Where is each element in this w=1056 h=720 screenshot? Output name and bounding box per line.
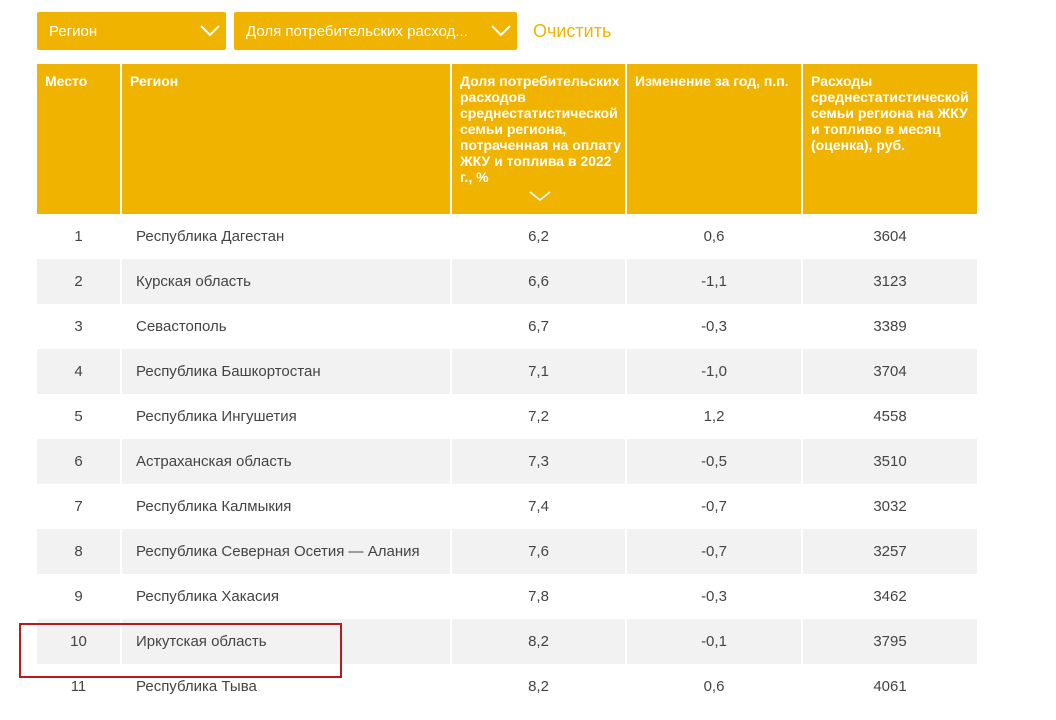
table-row: 2 Курская область 6,6 -1,1 3123	[37, 259, 977, 304]
share-cell: 7,1	[451, 349, 627, 394]
spending-cell: 4558	[873, 408, 907, 425]
share-cell: 6,7	[451, 304, 627, 349]
region-cell: Республика Башкортостан	[121, 349, 452, 394]
table-row: 6 Астраханская область 7,3 -0,5 3510	[37, 439, 977, 484]
change-cell: -0,3	[626, 304, 803, 349]
header-spending-label: Расходы среднестатистической семьи регио…	[811, 73, 969, 153]
table-row: 3 Севастополь 6,7 -0,3 3389	[37, 304, 977, 349]
region-cell: Астраханская область	[121, 439, 452, 484]
change-cell: -0,7	[626, 484, 803, 529]
region-filter-label: Регион	[49, 22, 98, 40]
header-place-label: Место	[45, 73, 88, 89]
place-cell: 9	[37, 574, 122, 619]
region-cell: Республика Тыва	[121, 664, 452, 709]
region-cell: Республика Хакасия	[121, 574, 452, 619]
region-cell: Курская область	[121, 259, 452, 304]
filter-bar: Регион Доля потребительских расход... Оч…	[37, 12, 611, 50]
table-row: 8 Республика Северная Осетия — Алания 7,6-…	[37, 529, 977, 574]
clear-filters-button[interactable]: Очистить	[533, 21, 611, 42]
header-region[interactable]: Регион	[121, 64, 452, 214]
place-cell: 7	[37, 484, 122, 529]
spending-cell: 3257	[802, 529, 977, 574]
change-cell: -0,3	[626, 574, 803, 619]
table-body: 1 Республика Дагестан 6,2 0,6 3604 2 Курская о…	[37, 214, 977, 709]
spending-cell: 3510	[802, 439, 977, 484]
spending-cell: 3123	[802, 259, 977, 304]
change-cell: -0,1	[626, 619, 803, 664]
chevron-down-icon	[489, 19, 513, 43]
spending-cell: 3462	[873, 588, 907, 605]
rating-table: Место Регион Доля потребительских расход…	[37, 64, 977, 709]
share-cell: 7,3	[451, 439, 627, 484]
spending-cell: 3704	[802, 349, 977, 394]
place-cell: 11	[37, 664, 122, 709]
region-filter-dropdown[interactable]: Регион	[37, 12, 226, 50]
header-spending[interactable]: Расходы среднестатистической семьи регио…	[802, 64, 977, 214]
table-row: 9 Республика Хакасия 7,8 -0,3 3462	[37, 574, 977, 619]
share-filter-dropdown[interactable]: Доля потребительских расход...	[234, 12, 517, 50]
place-cell: 1	[37, 214, 122, 259]
region-cell: Иркутская область	[121, 619, 452, 664]
spending-cell: 3795	[802, 619, 977, 664]
place-cell: 4	[37, 349, 122, 394]
header-change[interactable]: Изменение за год, п.п.	[626, 64, 803, 214]
spending-cell: 3389	[873, 318, 907, 335]
share-cell: 6,2	[451, 214, 627, 259]
chevron-down-icon	[198, 19, 222, 43]
change-cell: -1,1	[626, 259, 803, 304]
share-cell: 6,6	[451, 259, 627, 304]
region-cell: Республика Дагестан	[121, 214, 452, 259]
change-cell: -1,0	[626, 349, 803, 394]
chevron-down-icon[interactable]	[528, 190, 552, 202]
header-region-label: Регион	[130, 73, 179, 89]
share-cell: 7,4	[451, 484, 627, 529]
share-filter-label: Доля потребительских расход...	[246, 22, 468, 40]
header-share[interactable]: Доля потребительских расходов среднестат…	[451, 64, 627, 214]
place-cell: 5	[37, 394, 122, 439]
change-cell: 1,2	[626, 394, 803, 439]
place-cell: 10	[37, 619, 122, 664]
change-cell: -0,7	[626, 529, 803, 574]
spending-cell: 4061	[873, 678, 907, 695]
header-place[interactable]: Место	[37, 64, 122, 214]
table-row: 1 Республика Дагестан 6,2 0,6 3604	[37, 214, 977, 259]
region-cell: Республика Калмыкия	[121, 484, 452, 529]
table-row: 4 Республика Башкортостан 7,1 -1,0 3704	[37, 349, 977, 394]
spending-cell: 3604	[873, 228, 907, 245]
change-cell: 0,6	[626, 664, 803, 709]
table-row: 11 Республика Тыва 8,2 0,6 4061	[37, 664, 977, 709]
place-cell: 8	[37, 529, 122, 574]
region-cell: Республика Северная Осетия — Алания	[121, 529, 452, 574]
share-cell: 8,2	[451, 619, 627, 664]
place-cell: 2	[37, 259, 122, 304]
place-cell: 6	[37, 439, 122, 484]
table-row: 5 Республика Ингушетия 7,2 1,2 4558	[37, 394, 977, 439]
header-change-label: Изменение за год, п.п.	[635, 73, 789, 89]
share-cell: 7,8	[451, 574, 627, 619]
header-share-label: Доля потребительских расходов среднестат…	[460, 73, 621, 185]
place-cell: 3	[37, 304, 122, 349]
region-cell: Севастополь	[121, 304, 452, 349]
change-cell: 0,6	[626, 214, 803, 259]
table-header-row: Место Регион Доля потребительских расход…	[37, 64, 977, 214]
change-cell: -0,5	[626, 439, 803, 484]
spending-cell: 3032	[873, 498, 907, 515]
table-row: 7 Республика Калмыкия 7,4 -0,7 3032	[37, 484, 977, 529]
share-cell: 8,2	[451, 664, 627, 709]
share-cell: 7,2	[451, 394, 627, 439]
share-cell: 7,6	[451, 529, 627, 574]
table-row: 10 Иркутская область 8,2 -0,1 3795	[37, 619, 977, 664]
region-cell: Республика Ингушетия	[121, 394, 452, 439]
